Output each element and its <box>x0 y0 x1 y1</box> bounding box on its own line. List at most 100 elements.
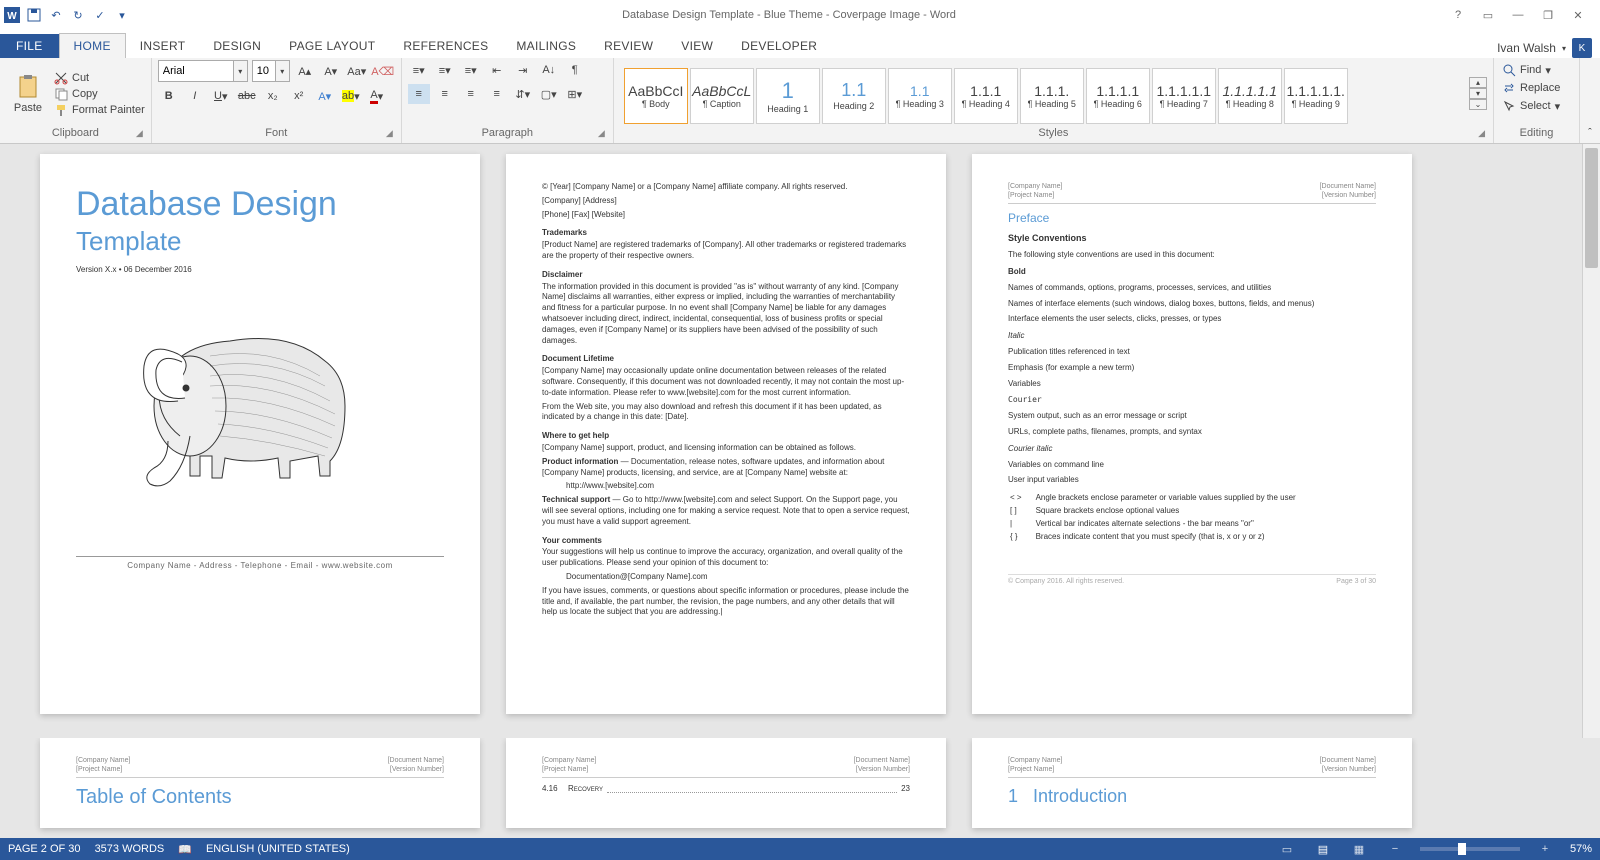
justify-icon[interactable]: ≡ <box>486 84 508 104</box>
read-mode-icon[interactable]: ▭ <box>1276 843 1298 856</box>
format-painter-button[interactable]: Format Painter <box>54 103 145 117</box>
collapse-ribbon-icon[interactable]: ˆ <box>1580 58 1600 143</box>
web-layout-icon[interactable]: ▦ <box>1348 843 1370 856</box>
font-color-icon[interactable]: A▾ <box>366 86 388 106</box>
tab-file[interactable]: FILE <box>0 34 59 58</box>
styles-scroll-up[interactable]: ▴ <box>1469 77 1487 88</box>
page-5: [Company Name][Project Name][Document Na… <box>506 738 946 828</box>
highlight-icon[interactable]: ab▾ <box>340 86 362 106</box>
minimize-icon[interactable]: — <box>1508 9 1528 22</box>
undo-icon[interactable]: ↶ <box>48 7 64 23</box>
font-name-input[interactable] <box>158 60 234 82</box>
status-words[interactable]: 3573 WORDS <box>95 843 165 855</box>
print-layout-icon[interactable]: ▤ <box>1312 843 1334 856</box>
multilevel-list-icon[interactable]: ≡▾ <box>460 60 482 80</box>
bullets-icon[interactable]: ≡▾ <box>408 60 430 80</box>
help-icon[interactable]: ? <box>1448 9 1468 22</box>
copy-button[interactable]: Copy <box>54 87 145 101</box>
styles-dialog-launcher[interactable]: ◢ <box>1478 128 1485 139</box>
tab-mailings[interactable]: MAILINGS <box>502 34 590 58</box>
customize-qat-icon[interactable]: ▾ <box>114 7 130 23</box>
status-page[interactable]: PAGE 2 OF 30 <box>8 843 81 855</box>
italic-icon[interactable]: I <box>184 86 206 106</box>
style-item[interactable]: 1.1¶ Heading 3 <box>888 68 952 124</box>
superscript-icon[interactable]: x² <box>288 86 310 106</box>
style-item[interactable]: 1.1.1.1¶ Heading 6 <box>1086 68 1150 124</box>
font-name-dropdown[interactable]: ▾ <box>234 60 248 82</box>
page-3: [Company Name][Project Name][Document Na… <box>972 154 1412 714</box>
strikethrough-icon[interactable]: abc <box>236 86 258 106</box>
font-size-dropdown[interactable]: ▾ <box>276 60 290 82</box>
show-marks-icon[interactable]: ¶ <box>564 60 586 80</box>
tab-page-layout[interactable]: PAGE LAYOUT <box>275 34 389 58</box>
style-item[interactable]: 1.1.1.1.1¶ Heading 8 <box>1218 68 1282 124</box>
numbering-icon[interactable]: ≡▾ <box>434 60 456 80</box>
style-item[interactable]: 1.1.1¶ Heading 4 <box>954 68 1018 124</box>
proofing-icon[interactable]: 📖 <box>178 843 192 856</box>
tab-review[interactable]: REVIEW <box>590 34 667 58</box>
doc-title-line1: Database Design <box>76 182 444 228</box>
find-button[interactable]: Find ▾ <box>1500 62 1553 78</box>
align-right-icon[interactable]: ≡ <box>460 84 482 104</box>
save-icon[interactable] <box>26 7 42 23</box>
styles-scroll-down[interactable]: ▾ <box>1469 88 1487 99</box>
tab-references[interactable]: REFERENCES <box>389 34 502 58</box>
vertical-scrollbar[interactable] <box>1582 144 1600 738</box>
decrease-indent-icon[interactable]: ⇤ <box>486 60 508 80</box>
tab-insert[interactable]: INSERT <box>126 34 200 58</box>
zoom-in-icon[interactable]: + <box>1534 843 1556 855</box>
clear-formatting-icon[interactable]: A⌫ <box>372 61 394 81</box>
spellcheck-icon[interactable]: ✓ <box>92 7 108 23</box>
underline-icon[interactable]: U▾ <box>210 86 232 106</box>
avatar: K <box>1572 38 1592 58</box>
status-language[interactable]: ENGLISH (UNITED STATES) <box>206 843 350 855</box>
borders-icon[interactable]: ⊞▾ <box>564 84 586 104</box>
bold-icon[interactable]: B <box>158 86 180 106</box>
align-left-icon[interactable]: ≡ <box>408 84 430 104</box>
zoom-level[interactable]: 57% <box>1570 843 1592 855</box>
tab-view[interactable]: VIEW <box>667 34 727 58</box>
align-center-icon[interactable]: ≡ <box>434 84 456 104</box>
style-item[interactable]: AaBbCcL¶ Caption <box>690 68 754 124</box>
subscript-icon[interactable]: x₂ <box>262 86 284 106</box>
select-button[interactable]: Select ▾ <box>1500 98 1562 114</box>
sort-icon[interactable]: A↓ <box>538 60 560 80</box>
document-area[interactable]: Database Design Template Version X.x • 0… <box>0 144 1600 738</box>
paste-button[interactable]: Paste <box>6 74 50 114</box>
font-dialog-launcher[interactable]: ◢ <box>386 128 393 139</box>
tab-home[interactable]: HOME <box>59 33 126 58</box>
window-controls: ? ▭ — ❐ ✕ <box>1448 9 1596 22</box>
change-case-icon[interactable]: Aa▾ <box>346 61 368 81</box>
group-clipboard: Paste Cut Copy Format Painter Clipboard◢ <box>0 58 152 143</box>
group-paragraph: ≡▾ ≡▾ ≡▾ ⇤ ⇥ A↓ ¶ ≡ ≡ ≡ ≡ ⇵▾ ▢▾ ⊞▾ Parag… <box>402 58 614 143</box>
scrollbar-thumb[interactable] <box>1585 148 1598 268</box>
shading-icon[interactable]: ▢▾ <box>538 84 560 104</box>
zoom-out-icon[interactable]: − <box>1384 843 1406 855</box>
text-effects-icon[interactable]: A▾ <box>314 86 336 106</box>
style-item[interactable]: 1.1.1.1.1¶ Heading 7 <box>1152 68 1216 124</box>
style-item[interactable]: 1.1.1.1.1.¶ Heading 9 <box>1284 68 1348 124</box>
quick-access-toolbar: W ↶ ↻ ✓ ▾ <box>4 7 130 23</box>
font-size-input[interactable] <box>252 60 276 82</box>
style-item[interactable]: AaBbCcI¶ Body <box>624 68 688 124</box>
paragraph-dialog-launcher[interactable]: ◢ <box>598 128 605 139</box>
tab-developer[interactable]: DEVELOPER <box>727 34 831 58</box>
user-menu[interactable]: Ivan Walsh▾ K <box>1489 38 1600 58</box>
increase-indent-icon[interactable]: ⇥ <box>512 60 534 80</box>
restore-icon[interactable]: ❐ <box>1538 9 1558 22</box>
close-icon[interactable]: ✕ <box>1568 9 1588 22</box>
ribbon-display-icon[interactable]: ▭ <box>1478 9 1498 22</box>
replace-button[interactable]: Replace <box>1500 80 1562 96</box>
style-item[interactable]: 1.1.1.¶ Heading 5 <box>1020 68 1084 124</box>
redo-icon[interactable]: ↻ <box>70 7 86 23</box>
style-item[interactable]: 1Heading 1 <box>756 68 820 124</box>
grow-font-icon[interactable]: A▴ <box>294 61 316 81</box>
style-item[interactable]: 1.1Heading 2 <box>822 68 886 124</box>
styles-expand[interactable]: ⌄ <box>1469 99 1487 110</box>
tab-design[interactable]: DESIGN <box>199 34 275 58</box>
cut-button[interactable]: Cut <box>54 71 145 85</box>
clipboard-dialog-launcher[interactable]: ◢ <box>136 128 143 139</box>
shrink-font-icon[interactable]: A▾ <box>320 61 342 81</box>
zoom-slider[interactable] <box>1420 847 1520 851</box>
line-spacing-icon[interactable]: ⇵▾ <box>512 84 534 104</box>
